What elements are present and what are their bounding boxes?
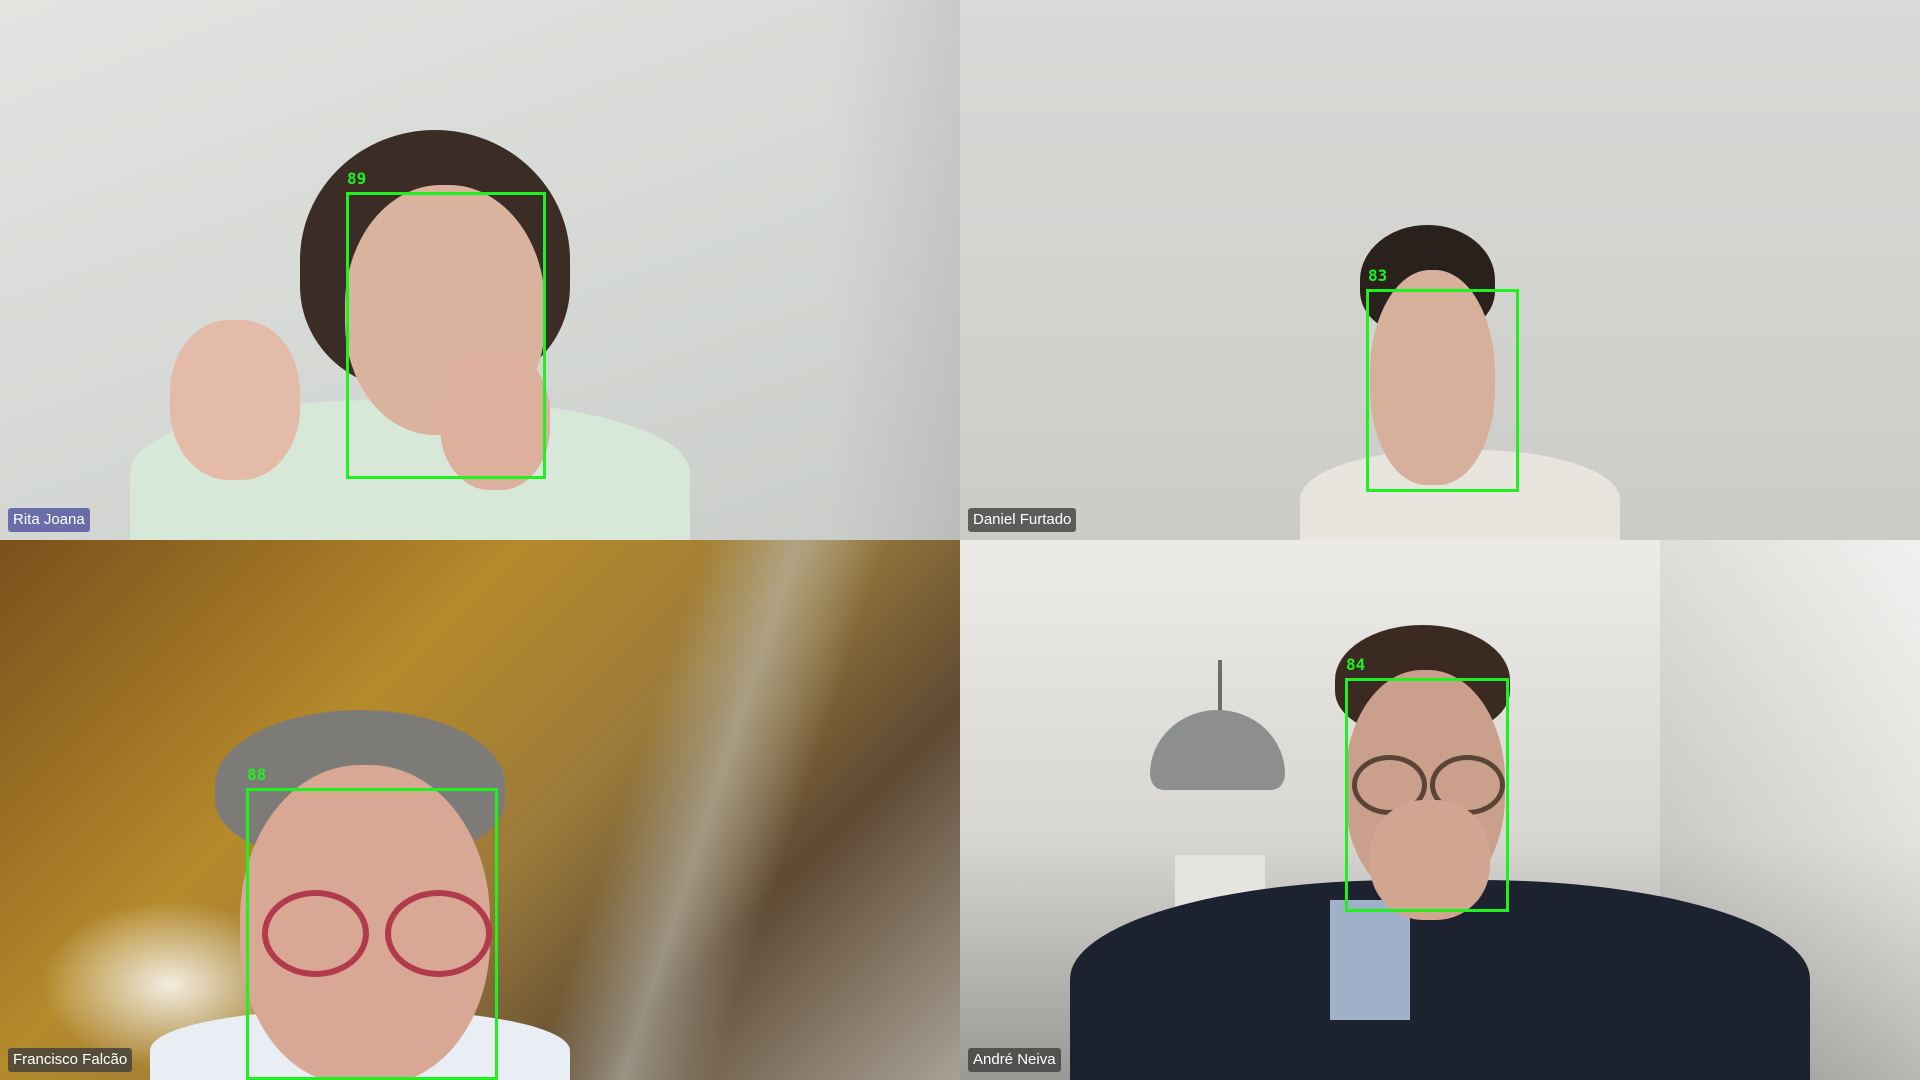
video-tile-daniel-furtado[interactable]: 83 Daniel Furtado (960, 0, 1920, 540)
video-gallery: 89 Rita Joana 83 Daniel Furtado 88 Franc… (0, 0, 1920, 1080)
video-tile-rita-joana[interactable]: 89 Rita Joana (0, 0, 960, 540)
face-detection-box (246, 788, 498, 1080)
participant-name-tag: Rita Joana (8, 508, 90, 532)
face-score-label: 88 (247, 765, 267, 784)
face-score-label: 89 (347, 169, 367, 188)
face-detection-box (1366, 289, 1519, 492)
video-tile-francisco-falcao[interactable]: 88 Francisco Falcão (0, 540, 960, 1080)
face-detection-box (1345, 678, 1509, 912)
participant-name-tag: Francisco Falcão (8, 1048, 133, 1072)
face-detection-box (346, 192, 546, 479)
face-score-label: 83 (1368, 266, 1388, 285)
video-tile-andre-neiva[interactable]: 84 André Neiva (960, 540, 1920, 1080)
participant-name-tag: Daniel Furtado (968, 508, 1077, 532)
participant-name-tag: André Neiva (968, 1048, 1061, 1072)
face-score-label: 84 (1346, 655, 1366, 674)
